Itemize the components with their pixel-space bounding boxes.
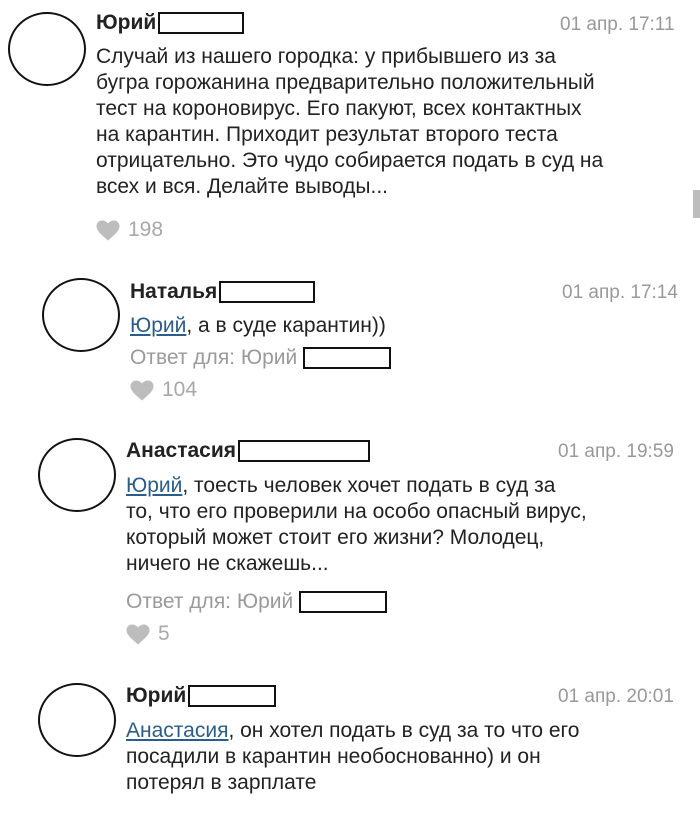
text-fragment: , а в суде карантин)) bbox=[186, 314, 386, 337]
like-count: 198 bbox=[128, 218, 164, 241]
text-line: который может стоит его жизни? Молодец, bbox=[126, 526, 545, 549]
avatar[interactable] bbox=[38, 683, 116, 757]
text-line: Анастасия, он хотел подать в суд за то ч… bbox=[126, 718, 686, 744]
text-line: бугра горожанина предварительно положите… bbox=[96, 71, 595, 94]
author-name[interactable]: Юрий bbox=[96, 11, 156, 35]
comment-text: Юрий, тоесть человек хочет подать в суд … bbox=[126, 473, 686, 577]
like-count: 5 bbox=[158, 622, 170, 645]
reply-to[interactable]: Ответ для: Юрий bbox=[130, 345, 392, 371]
like-button[interactable]: 198 bbox=[96, 217, 163, 243]
redaction-box bbox=[219, 281, 316, 303]
text-line: отрицательно. Это чудо собирается подать… bbox=[96, 149, 604, 172]
text-fragment: , тоесть человек хочет подать в суд за bbox=[182, 474, 556, 497]
heart-icon bbox=[96, 220, 120, 240]
redaction-box bbox=[158, 12, 245, 34]
heart-icon bbox=[126, 624, 150, 644]
author-name[interactable]: Наталья bbox=[130, 280, 217, 304]
text-line: ничего не скажешь... bbox=[126, 552, 329, 575]
text-line: всех и вся. Делайте выводы... bbox=[96, 175, 389, 198]
text-line: Случай из нашего городка: у прибывшего и… bbox=[96, 45, 556, 68]
author-row: Юрий bbox=[96, 10, 245, 36]
redaction-box bbox=[238, 440, 371, 462]
comment-text: Юрий, а в суде карантин)) bbox=[130, 313, 690, 339]
comment-date: 01 апр. 17:11 bbox=[560, 14, 675, 35]
mention-link[interactable]: Анастасия bbox=[126, 719, 228, 742]
text-line: Юрий, а в суде карантин)) bbox=[130, 313, 690, 339]
redaction-box bbox=[188, 685, 277, 707]
avatar[interactable] bbox=[8, 12, 86, 86]
text-fragment: , он хотел подать в суд за то что его bbox=[228, 719, 580, 742]
comment-date: 01 апр. 17:14 bbox=[562, 282, 678, 303]
avatar[interactable] bbox=[42, 278, 120, 352]
like-count: 104 bbox=[162, 378, 198, 401]
text-line: потерял в зарплате bbox=[126, 771, 317, 794]
text-line: на карантин. Приходит результат второго … bbox=[96, 123, 558, 146]
reply-to-label: Ответ для: Юрий bbox=[130, 346, 298, 369]
text-line: тест на короновирус. Его пакуют, всех ко… bbox=[96, 97, 582, 120]
author-row: Наталья bbox=[130, 279, 316, 305]
comment-text: Анастасия, он хотел подать в суд за то ч… bbox=[126, 718, 686, 796]
text-line: Юрий, тоесть человек хочет подать в суд … bbox=[126, 473, 686, 499]
redaction-box bbox=[299, 591, 388, 613]
comment-text: Случай из нашего городка: у прибывшего и… bbox=[96, 44, 696, 200]
redaction-box bbox=[303, 347, 392, 369]
comment-date: 01 апр. 19:59 bbox=[558, 441, 674, 462]
text-line: посадили в карантин необоснованно) и он bbox=[126, 745, 541, 768]
author-row: Юрий bbox=[126, 683, 277, 709]
heart-icon bbox=[130, 380, 154, 400]
avatar[interactable] bbox=[38, 438, 116, 512]
reply-to[interactable]: Ответ для: Юрий bbox=[126, 589, 388, 615]
like-button[interactable]: 104 bbox=[130, 377, 197, 403]
reply-to-label: Ответ для: Юрий bbox=[126, 590, 294, 613]
text-line: то, что его проверили на особо опасный в… bbox=[126, 500, 587, 523]
author-row: Анастасия bbox=[126, 438, 371, 464]
scrollbar-thumb[interactable] bbox=[693, 190, 700, 218]
author-name[interactable]: Анастасия bbox=[126, 439, 236, 463]
mention-link[interactable]: Юрий bbox=[126, 474, 182, 497]
mention-link[interactable]: Юрий bbox=[130, 314, 186, 337]
like-button[interactable]: 5 bbox=[126, 621, 170, 647]
author-name[interactable]: Юрий bbox=[126, 684, 186, 708]
comment-date: 01 апр. 20:01 bbox=[558, 686, 674, 707]
